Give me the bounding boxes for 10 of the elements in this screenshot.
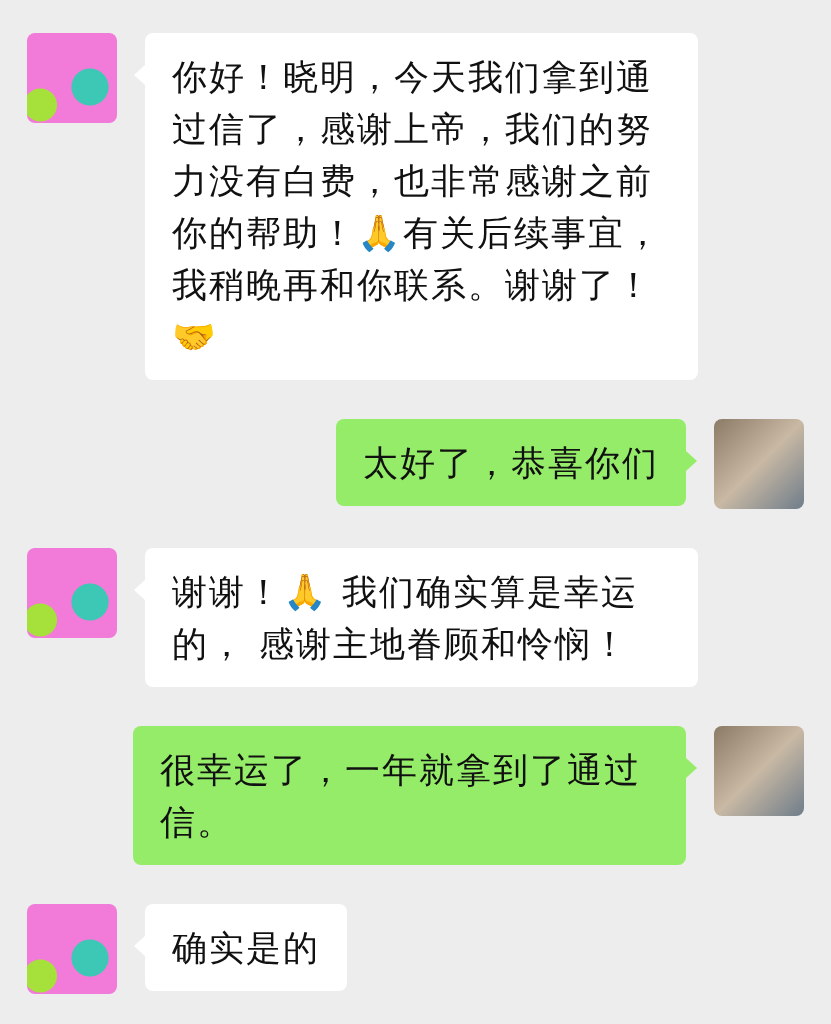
avatar-image[interactable] [27, 548, 117, 638]
avatar-photo[interactable] [714, 419, 804, 509]
avatar-photo[interactable] [714, 726, 804, 816]
message-bubble: 很幸运了，一年就拿到了通过信。 [133, 726, 686, 865]
message-bubble: 你好！晓明，今天我们拿到通过信了，感谢上帝，我们的努力没有白费，也非常感谢之前你的帮助！🙏有关后续事宜，我稍晚再和你联系。谢谢了！🤝 [145, 33, 698, 380]
avatar-image[interactable] [27, 33, 117, 123]
avatar-image[interactable] [27, 904, 117, 994]
message-bubble: 确实是的 [145, 904, 347, 991]
message-bubble: 谢谢！🙏 我们确实算是幸运的， 感谢主地眷顾和怜悯！ [145, 548, 698, 687]
message-bubble: 太好了，恭喜你们 [336, 419, 686, 506]
